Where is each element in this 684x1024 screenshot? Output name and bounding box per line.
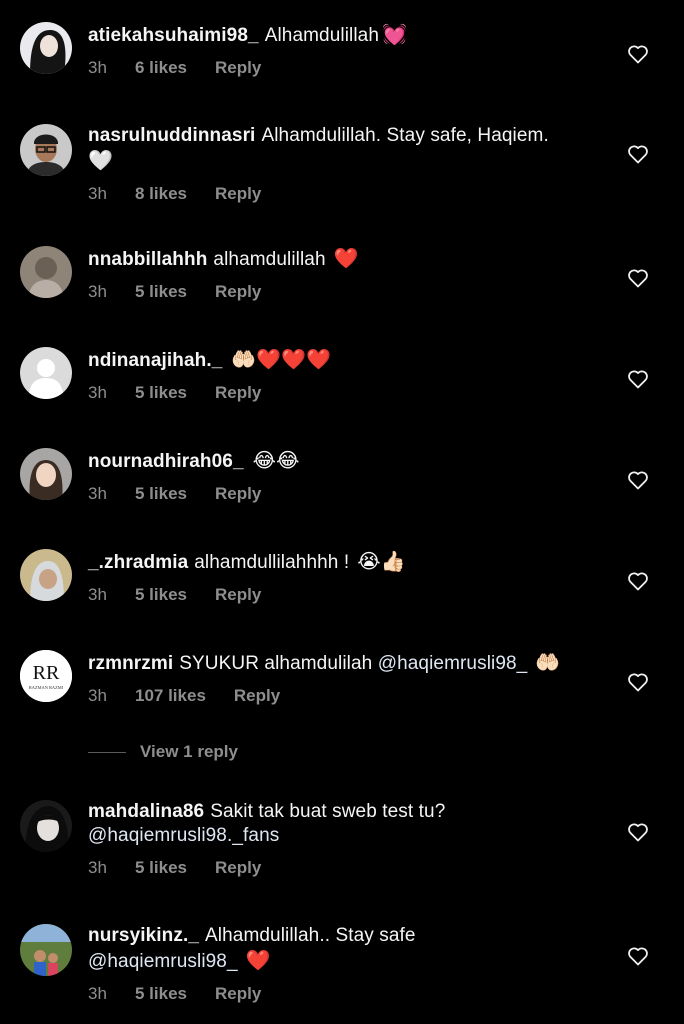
comment-likes[interactable]: 5 likes	[135, 484, 187, 504]
comment-text: Sakit tak buat sweb test tu?	[210, 801, 446, 822]
like-heart-icon[interactable]	[626, 266, 650, 290]
reply-button[interactable]: Reply	[215, 484, 261, 504]
like-heart-icon[interactable]	[626, 468, 650, 492]
reply-button[interactable]: Reply	[234, 686, 280, 706]
avatar[interactable]	[20, 22, 72, 74]
comment-text: SYUKUR alhamdulilah	[179, 653, 373, 674]
comment-time: 3h	[88, 383, 107, 402]
view-replies-button[interactable]: View 1 reply	[88, 742, 238, 762]
like-heart-icon[interactable]	[626, 42, 650, 66]
comment-text: Alhamdulillah	[264, 25, 379, 46]
reply-button[interactable]: Reply	[215, 858, 261, 878]
avatar[interactable]	[20, 800, 72, 852]
brand-logo: RR RAZMAN RAZMI	[20, 650, 72, 702]
view-replies-label: View 1 reply	[140, 742, 238, 761]
comment-emoji: 😂😂	[252, 448, 300, 472]
like-heart-icon[interactable]	[626, 569, 650, 593]
comment-username[interactable]: rzmnrzmi	[88, 653, 173, 674]
comment-likes[interactable]: 6 likes	[135, 58, 187, 78]
mention-link[interactable]: @haqiemrusli98._fans	[88, 825, 279, 846]
reply-button[interactable]: Reply	[215, 383, 261, 403]
reply-button[interactable]: Reply	[215, 984, 261, 1004]
comment-emoji: 🤲🏻❤️❤️❤️	[231, 347, 332, 371]
comment-likes[interactable]: 5 likes	[135, 383, 187, 403]
comment-likes[interactable]: 5 likes	[135, 858, 187, 878]
comment-time: 3h	[88, 686, 107, 705]
avatar[interactable]	[20, 549, 72, 601]
comment-likes[interactable]: 8 likes	[135, 184, 187, 204]
comment-time: 3h	[88, 484, 107, 503]
comment-emoji: ❤️	[245, 948, 271, 972]
comment-username[interactable]: nursyikinz._	[88, 925, 199, 946]
comment-time: 3h	[88, 858, 107, 877]
comment-likes[interactable]: 107 likes	[135, 686, 206, 706]
reply-button[interactable]: Reply	[215, 585, 261, 605]
comment-likes[interactable]: 5 likes	[135, 984, 187, 1004]
reply-button[interactable]: Reply	[215, 58, 261, 78]
comment-text: alhamdulillah	[213, 249, 326, 270]
like-heart-icon[interactable]	[626, 820, 650, 844]
comment-username[interactable]: mahdalina86	[88, 801, 204, 822]
avatar[interactable]	[20, 124, 72, 176]
mention-link[interactable]: @haqiemrusli98_	[378, 653, 528, 674]
like-heart-icon[interactable]	[626, 142, 650, 166]
comment-time: 3h	[88, 984, 107, 1003]
avatar[interactable]	[20, 448, 72, 500]
comment-time: 3h	[88, 58, 107, 77]
comment-emoji: 🤍	[88, 148, 114, 172]
svg-text:RR: RR	[33, 662, 60, 684]
comment-emoji: 😭👍🏻	[357, 549, 406, 573]
comment-time: 3h	[88, 282, 107, 301]
comment-time: 3h	[88, 184, 107, 203]
comment-text: alhamdullilahhhh !	[194, 552, 350, 573]
comment-time: 3h	[88, 585, 107, 604]
like-heart-icon[interactable]	[626, 670, 650, 694]
comment-text: Alhamdulillah. Stay safe, Haqiem.	[261, 125, 549, 146]
comment-username[interactable]: _.zhradmia	[88, 552, 188, 573]
comment-username[interactable]: nnabbillahhh	[88, 249, 207, 270]
comment-list: atiekahsuhaimi98_ Alhamdulillah 💓 3h 6 lik…	[0, 0, 684, 1024]
comment-emoji: 💓	[382, 22, 408, 46]
mention-link[interactable]: @haqiemrusli98_	[88, 951, 238, 972]
comment-emoji: ❤️	[333, 246, 359, 270]
comment-username[interactable]: ndinanajihah._	[88, 350, 222, 371]
comment-likes[interactable]: 5 likes	[135, 585, 187, 605]
like-heart-icon[interactable]	[626, 944, 650, 968]
comment-username[interactable]: atiekahsuhaimi98_	[88, 25, 259, 46]
avatar[interactable]	[20, 246, 72, 298]
reply-button[interactable]: Reply	[215, 282, 261, 302]
avatar-logo-text: RAZMAN RAZMI	[29, 685, 64, 690]
comment-username[interactable]: nasrulnuddinnasri	[88, 125, 255, 146]
comment-username[interactable]: nournadhirah06_	[88, 451, 244, 472]
comment-emoji: 🤲🏻	[535, 650, 561, 674]
reply-thread-line	[88, 751, 126, 753]
comment-likes[interactable]: 5 likes	[135, 282, 187, 302]
comment-text: Alhamdulillah.. Stay safe	[205, 925, 416, 946]
avatar[interactable]	[20, 924, 72, 976]
avatar[interactable]: RR RAZMAN RAZMI	[20, 650, 72, 702]
reply-button[interactable]: Reply	[215, 184, 261, 204]
avatar[interactable]	[20, 347, 72, 399]
like-heart-icon[interactable]	[626, 367, 650, 391]
